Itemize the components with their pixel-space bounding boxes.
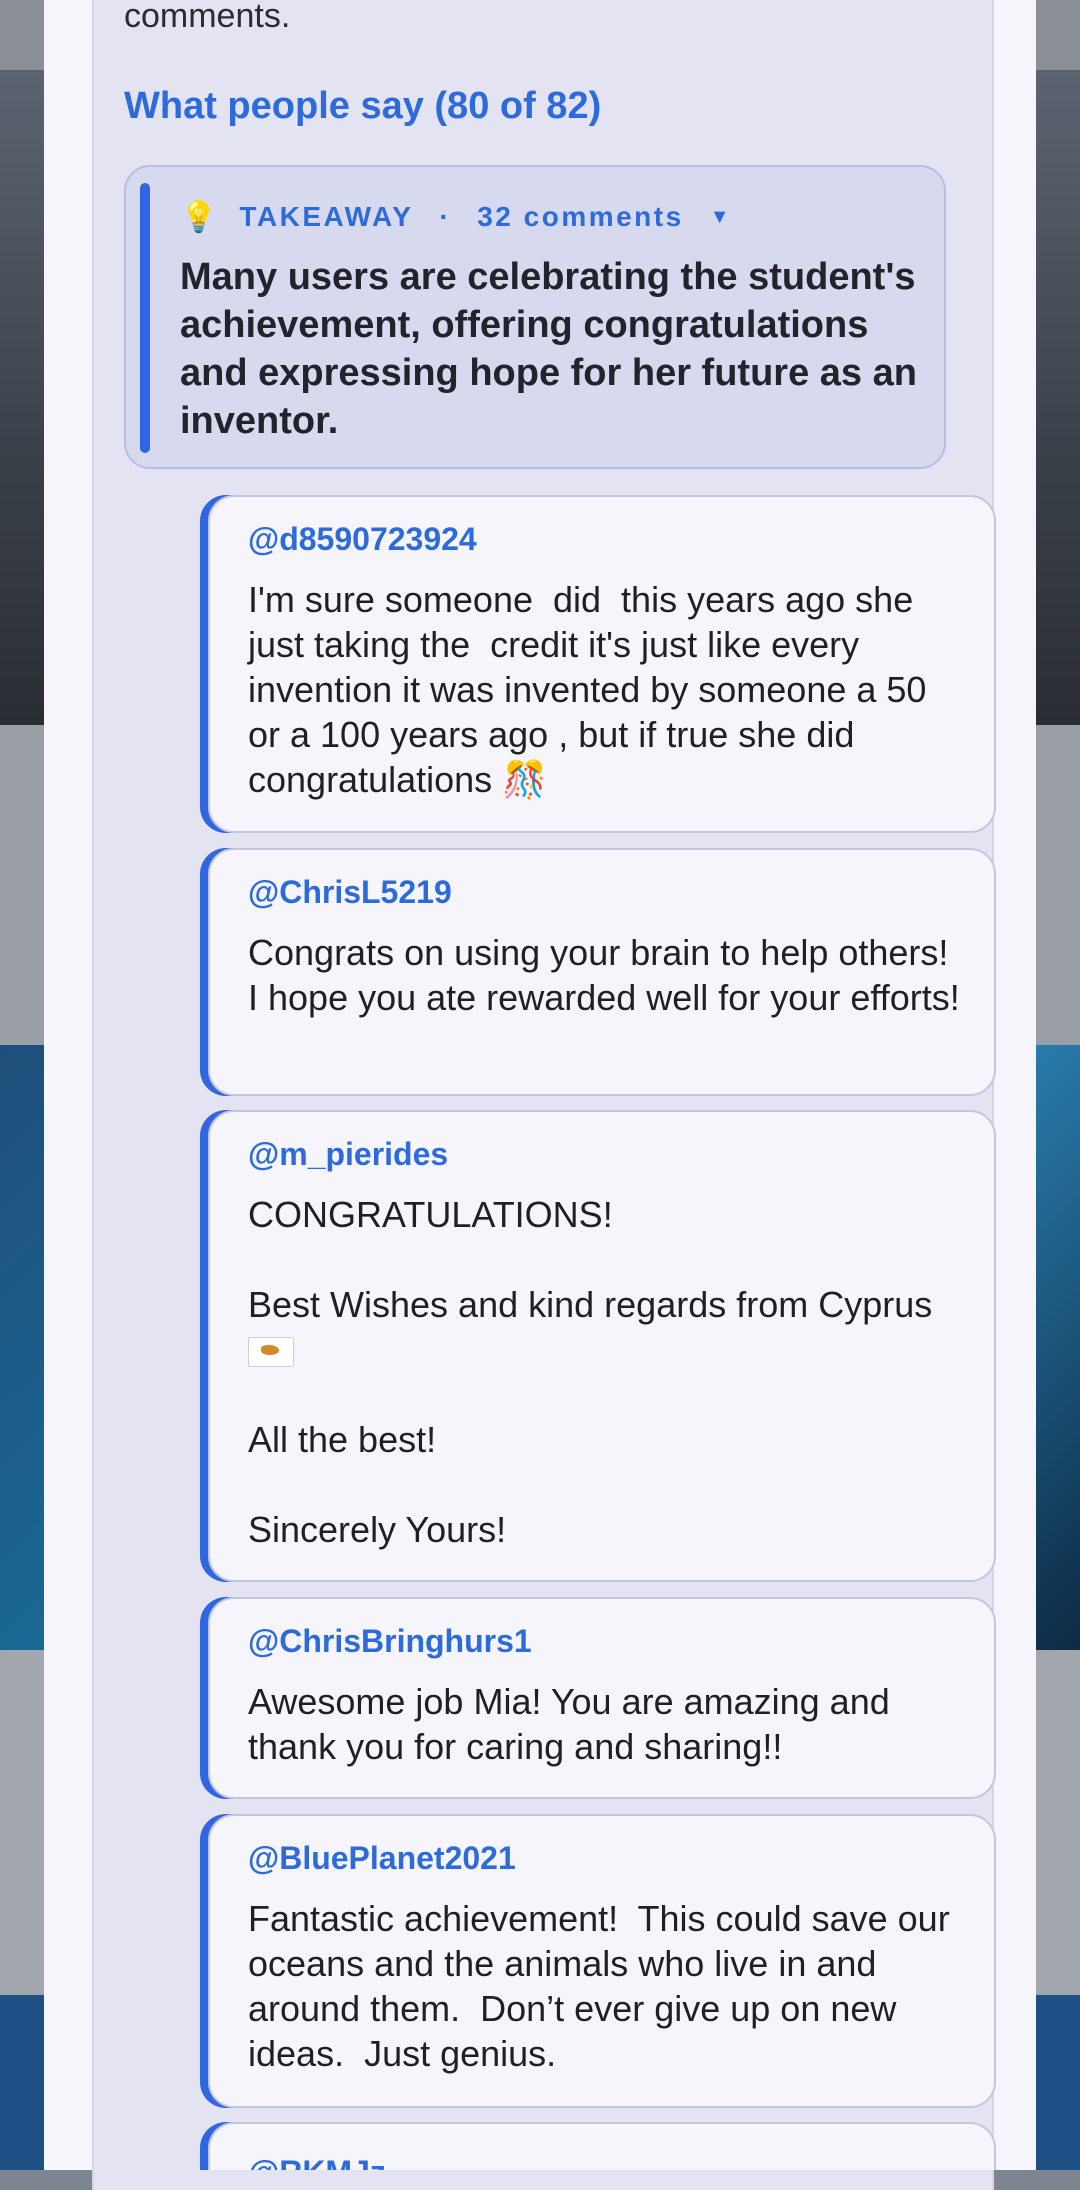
comment-card: @ChrisBringhurs1 Awesome job Mia! You ar… <box>208 1597 996 1799</box>
comment-line: All the best! <box>248 1419 437 1460</box>
takeaway-comment-count[interactable]: 32 comments <box>477 201 683 233</box>
takeaway-card[interactable]: 💡 TAKEAWAY · 32 comments ▼ Many users ar… <box>124 165 946 469</box>
comment-card: @d8590723924 I'm sure someone did this y… <box>208 495 996 833</box>
comment-card: @BluePlanet2021 Fantastic achievement! T… <box>208 1814 996 2108</box>
caret-down-icon[interactable]: ▼ <box>710 206 730 229</box>
comment-card: @RKMJz <box>208 2122 996 2170</box>
takeaway-label: TAKEAWAY <box>239 201 414 232</box>
cyprus-flag-icon <box>248 1337 294 1368</box>
comment-author[interactable]: @m_pierides <box>248 1134 448 1174</box>
comment-text: Fantastic achievement! This could save o… <box>248 1898 960 2074</box>
comment-line: CONGRATULATIONS! <box>248 1194 613 1235</box>
comment-text: Congrats on using your brain to help oth… <box>248 932 960 1018</box>
comment-author[interactable]: @d8590723924 <box>248 519 477 559</box>
comment-line: Sincerely Yours! <box>248 1509 507 1550</box>
lightbulb-icon: 💡 <box>180 200 218 234</box>
comment-author[interactable]: @BluePlanet2021 <box>248 1838 516 1878</box>
intro-text: comments. <box>124 0 291 35</box>
comment-author[interactable]: @ChrisBringhurs1 <box>248 1621 532 1661</box>
comment-author[interactable]: @RKMJz <box>248 2152 386 2170</box>
takeaway-summary: Many users are celebrating the student's… <box>180 256 917 442</box>
comment-author[interactable]: @ChrisL5219 <box>248 872 452 912</box>
comment-card: @m_pierides CONGRATULATIONS! Best Wishes… <box>208 1110 996 1582</box>
comment-text: CONGRATULATIONS! Best Wishes and kind re… <box>248 1192 968 1552</box>
comment-line: Best Wishes and kind regards from Cyprus <box>248 1284 933 1325</box>
takeaway-accent-bar <box>140 183 150 453</box>
separator-dot: · <box>439 201 452 232</box>
comment-text: Awesome job Mia! You are amazing and tha… <box>248 1681 900 1767</box>
comment-text: I'm sure someone did this years ago she … <box>248 579 937 800</box>
section-heading: What people say (80 of 82) <box>124 85 602 127</box>
comment-card: @ChrisL5219 Congrats on using your brain… <box>208 848 996 1096</box>
comments-summary-overlay: comments. What people say (80 of 82) 💡 T… <box>44 0 1036 2190</box>
takeaway-header[interactable]: 💡 TAKEAWAY · 32 comments ▼ <box>180 197 729 237</box>
